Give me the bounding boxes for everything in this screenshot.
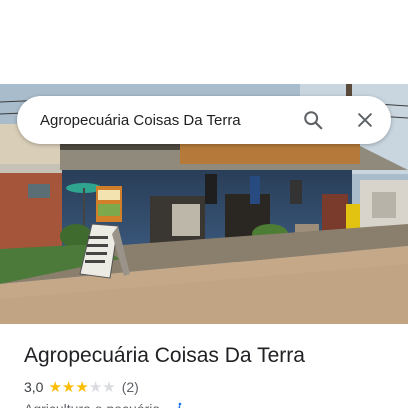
category-row: Agricultura e pecuária ·: [24, 400, 408, 408]
star-filled-icon: ★: [61, 378, 76, 396]
star-empty-icon: ★: [102, 378, 116, 396]
rating-row[interactable]: 3,0 ★ ★ ★ ★ ★ (2): [24, 378, 408, 396]
top-blank-area: [0, 0, 408, 84]
place-card: Agropecuária Coisas Da Terra Agropecuári…: [0, 0, 408, 408]
search-icon: [304, 111, 323, 130]
star-filled-icon: ★: [75, 378, 89, 396]
search-button[interactable]: [293, 100, 333, 140]
place-category[interactable]: Agricultura e pecuária: [24, 400, 160, 408]
wheelchair-icon: [177, 402, 182, 408]
place-details: Agropecuária Coisas Da Terra 3,0 ★ ★ ★ ★ ★ (…: [0, 324, 408, 408]
star-empty-icon: ★: [88, 378, 103, 396]
separator-dot: ·: [164, 400, 169, 408]
clear-search-button[interactable]: [345, 100, 385, 140]
search-input[interactable]: Agropecuária Coisas Da Terra: [40, 112, 293, 129]
review-count[interactable]: (2): [122, 378, 139, 396]
rating-value: 3,0: [24, 379, 44, 395]
star-filled-icon: ★: [48, 378, 62, 396]
star-rating: ★ ★ ★ ★ ★: [48, 380, 115, 395]
close-icon: [358, 113, 372, 127]
search-bar[interactable]: Agropecuária Coisas Da Terra: [17, 96, 391, 144]
place-title: Agropecuária Coisas Da Terra: [24, 344, 305, 367]
